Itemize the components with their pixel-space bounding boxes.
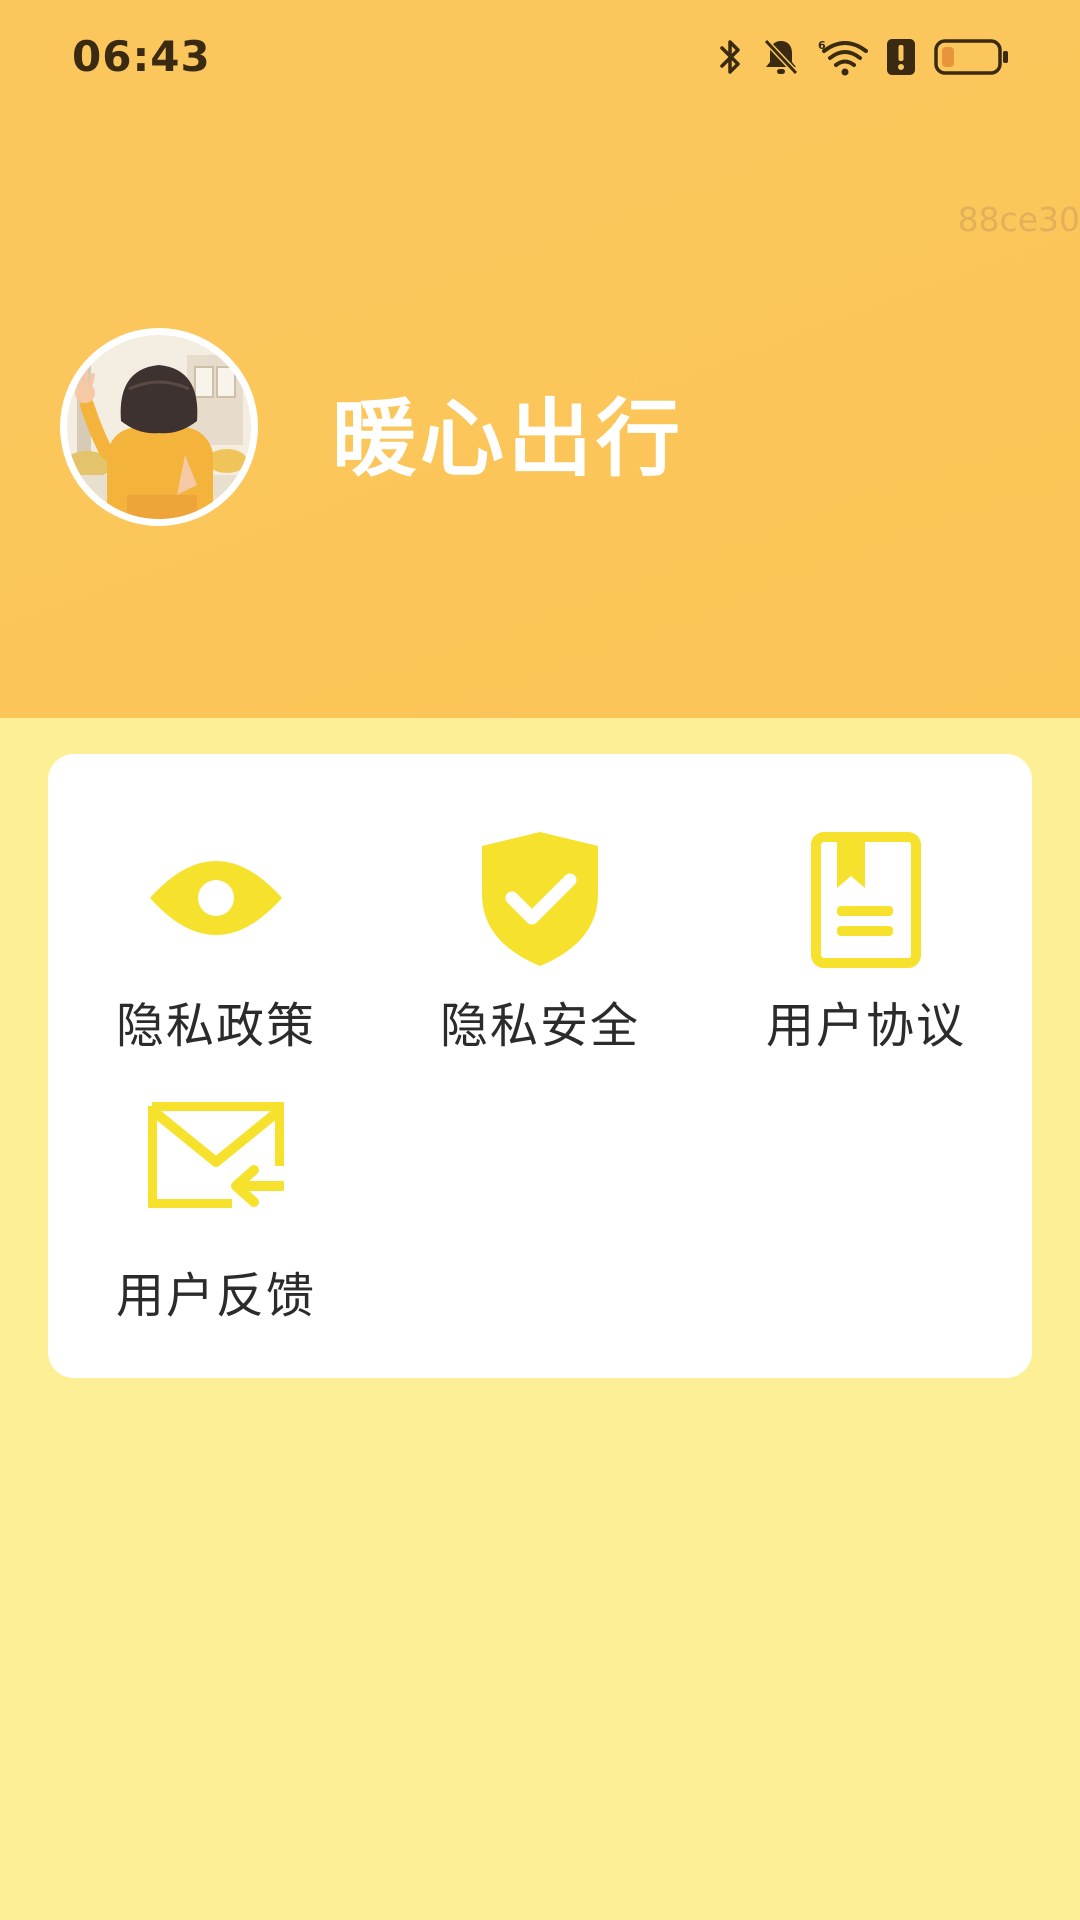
status-time: 06:43	[72, 32, 211, 81]
menu-card: 隐私政策 隐私安全 用户协议 用户反馈	[48, 754, 1032, 1378]
status-bar: 06:43 6	[0, 0, 1080, 116]
bluetooth-icon	[718, 38, 744, 76]
menu-item-user-agreement[interactable]: 用户协议	[702, 754, 1030, 1054]
alert-icon	[886, 38, 916, 76]
header: 06:43 6 88ce30 暖心出行	[0, 0, 1080, 718]
eye-icon	[148, 854, 284, 942]
battery-low-icon	[934, 38, 1010, 76]
menu-item-privacy-policy[interactable]: 隐私政策	[52, 754, 380, 1054]
menu-item-label: 用户协议	[765, 998, 966, 1054]
svg-text:6: 6	[818, 39, 826, 52]
menu-item-label: 用户反馈	[115, 1268, 316, 1324]
screen: 06:43 6 88ce30 暖心出行 隐私政策 隐私安全 用户协议 用户反馈	[0, 0, 1080, 1920]
bell-off-icon	[762, 37, 800, 77]
shield-check-icon	[478, 830, 602, 968]
bookmark-book-icon	[811, 832, 921, 968]
menu-item-label: 隐私安全	[439, 998, 640, 1054]
app-name: 暖心出行	[332, 390, 685, 488]
menu-item-privacy-security[interactable]: 隐私安全	[376, 754, 704, 1054]
menu-item-user-feedback[interactable]: 用户反馈	[52, 1024, 380, 1324]
wifi-icon: 6	[818, 37, 868, 77]
debug-id-text: 88ce30	[957, 200, 1080, 239]
mail-reply-icon	[148, 1102, 284, 1208]
avatar[interactable]	[60, 328, 258, 526]
status-icons: 6	[718, 34, 1010, 80]
